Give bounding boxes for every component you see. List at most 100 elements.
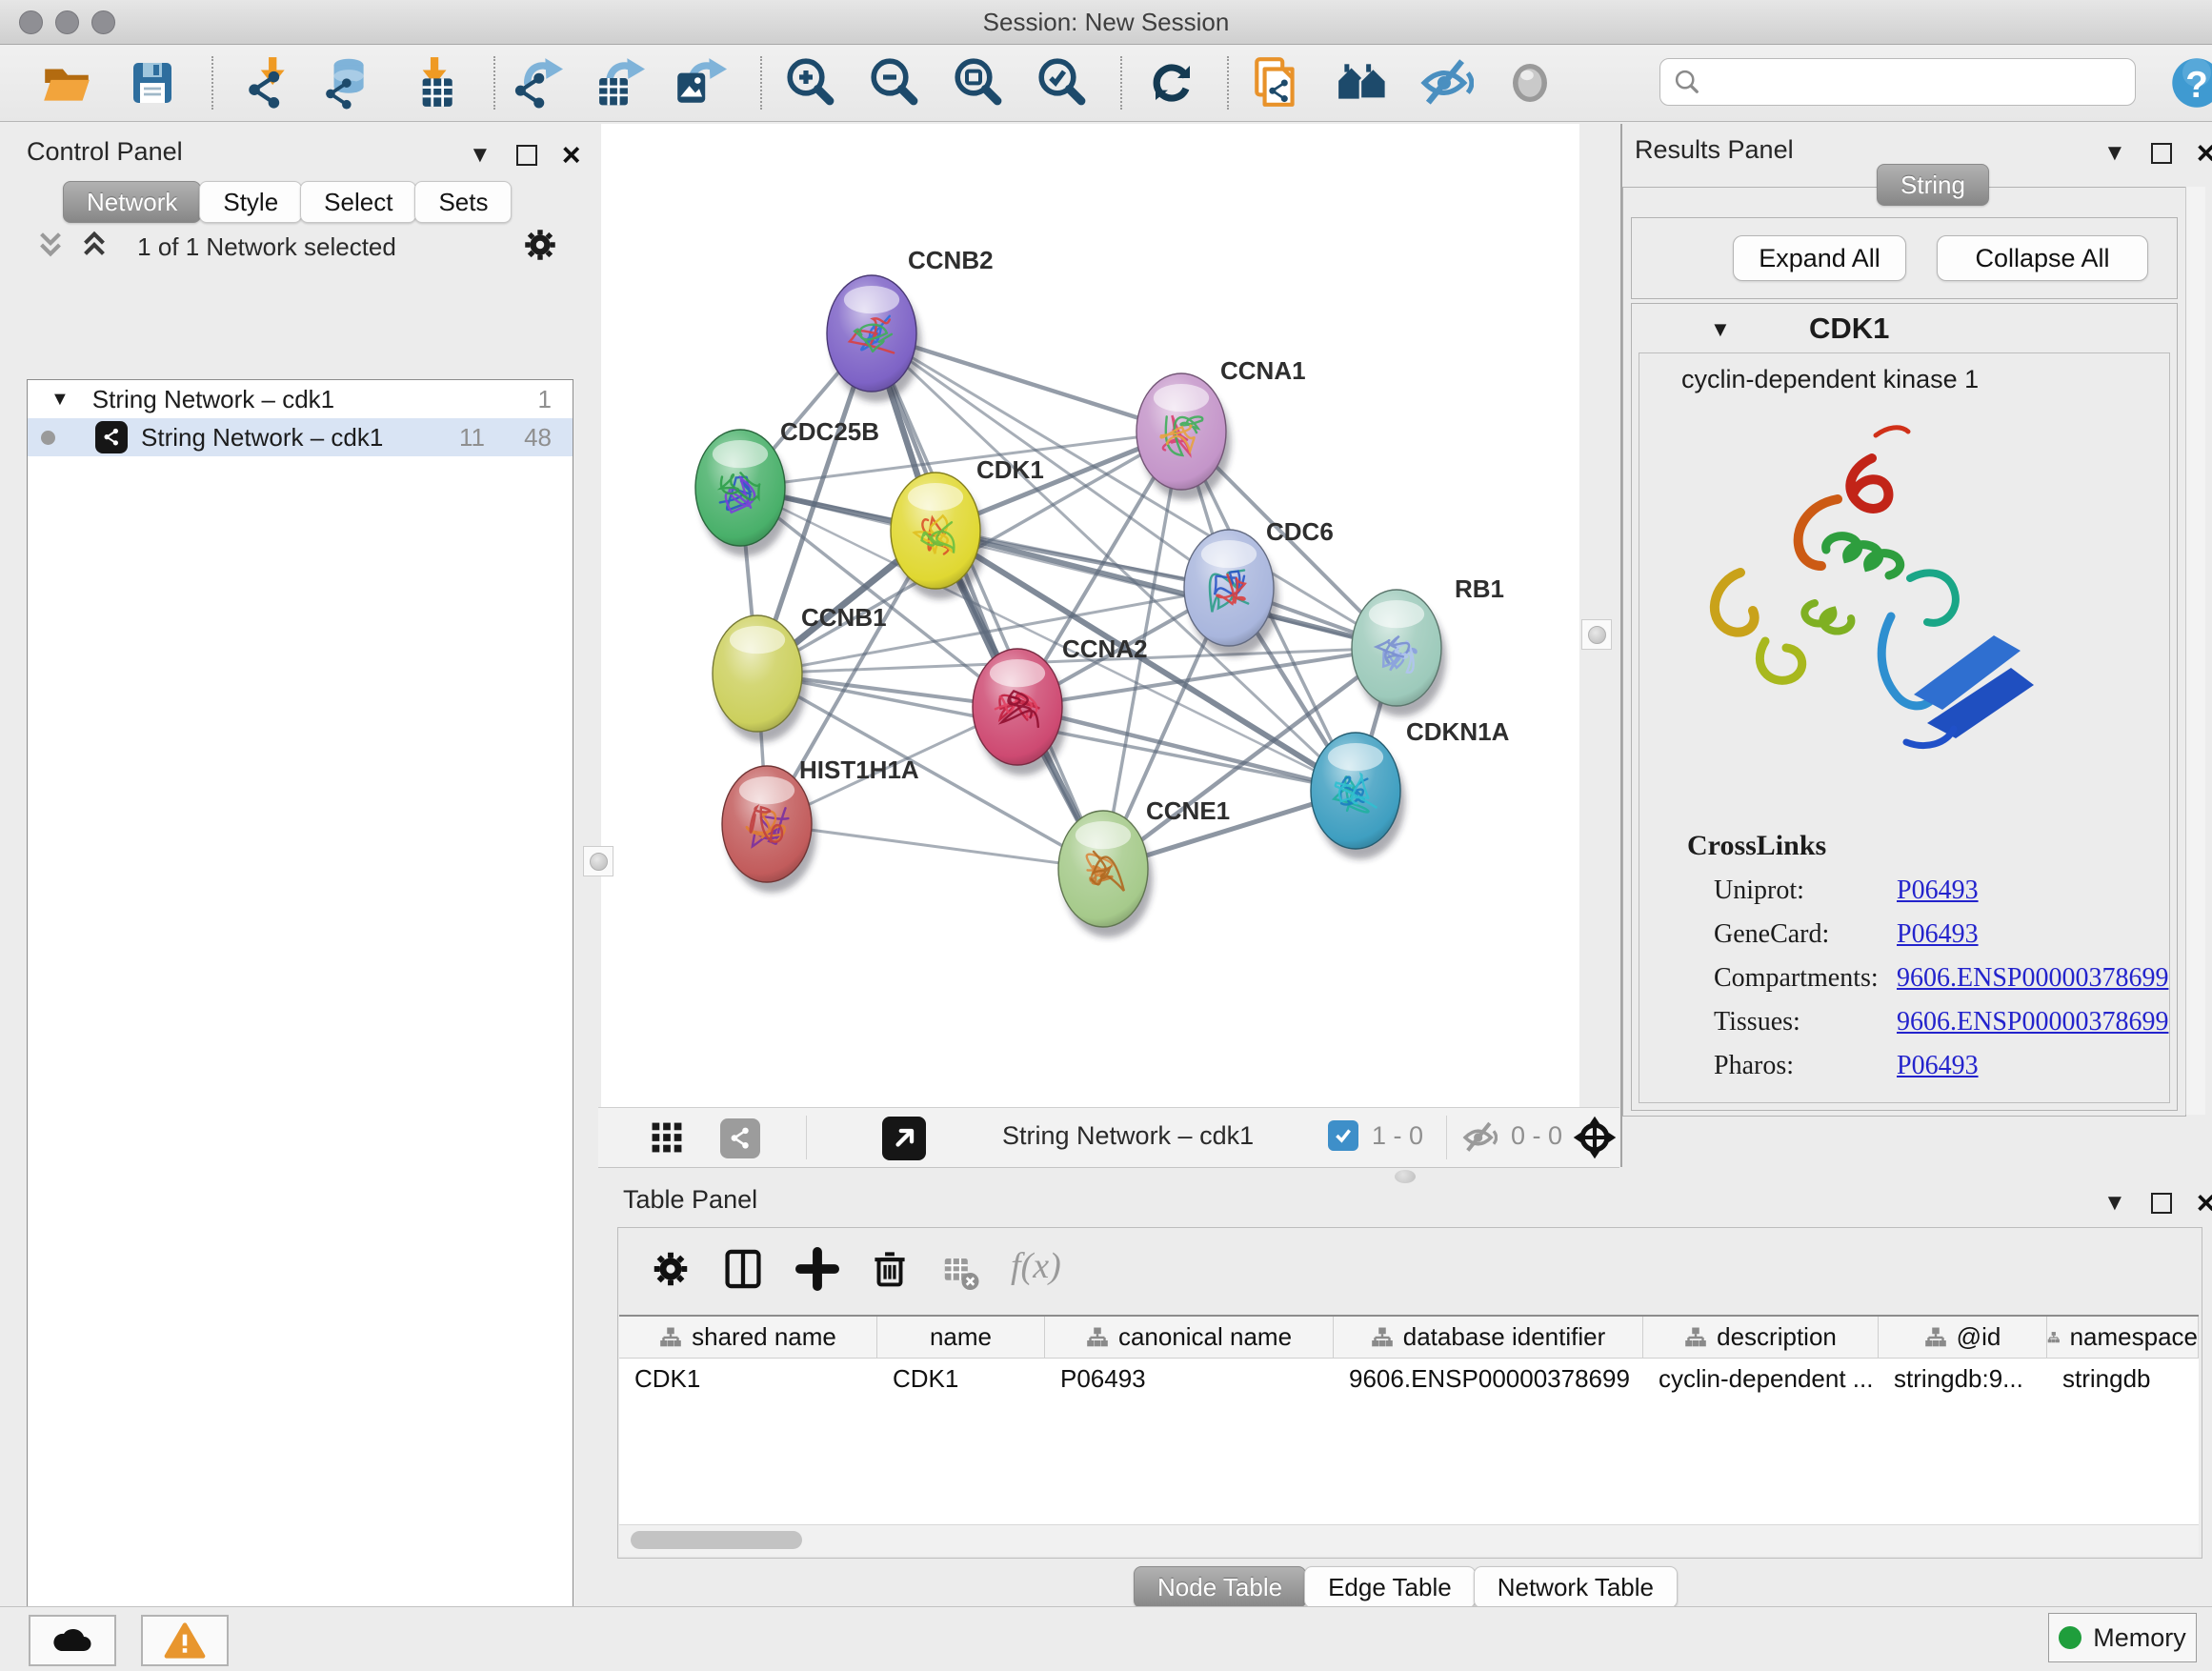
tab-string[interactable]: String	[1877, 164, 1989, 206]
memory-button[interactable]: Memory	[2048, 1613, 2197, 1662]
show-hidden-button[interactable]	[1498, 50, 1562, 115]
panel-menu-icon[interactable]: ▼	[469, 144, 492, 167]
network-node-CCNA2[interactable]: CCNA2	[973, 634, 1148, 775]
tab-node-table[interactable]: Node Table	[1134, 1566, 1306, 1608]
table-cell[interactable]: CDK1	[877, 1359, 1045, 1399]
save-session-button[interactable]	[120, 50, 185, 115]
column-header-sharedname[interactable]: shared name	[619, 1317, 877, 1359]
network-options-button[interactable]	[520, 225, 560, 270]
network-node-HIST1H1A[interactable]: HIST1H1A	[722, 755, 919, 893]
column-header-description[interactable]: description	[1643, 1317, 1879, 1359]
network-edge-CCNB2-CCNE1[interactable]	[872, 333, 1103, 869]
network-row[interactable]: String Network – cdk1 11 48	[28, 418, 573, 456]
tab-select[interactable]: Select	[300, 181, 416, 223]
node-label-CCNB1: CCNB1	[801, 603, 887, 632]
first-neighbors-button[interactable]	[1244, 50, 1309, 115]
export-table-button[interactable]	[585, 50, 650, 115]
column-header-databaseidentifier[interactable]: database identifier	[1334, 1317, 1643, 1359]
import-network-database-button[interactable]	[314, 50, 379, 115]
export-network-button[interactable]	[503, 50, 568, 115]
entry-disclosure-triangle-icon[interactable]: ▼	[1710, 317, 1731, 342]
apply-layout-button[interactable]	[1139, 50, 1204, 115]
crosslink-link-3[interactable]: 9606.ENSP00000378699	[1897, 1007, 2168, 1037]
show-all-button[interactable]	[1330, 50, 1395, 115]
grid-icon	[650, 1120, 684, 1155]
import-table-button[interactable]	[400, 50, 465, 115]
right-splitter-handle[interactable]	[1581, 619, 1612, 650]
entry-detail-box: cyclin-dependent kinase 1 CrossLinks Uni…	[1639, 352, 2170, 1103]
table-cell[interactable]: cyclin-dependent ...	[1643, 1359, 1879, 1399]
table-cell[interactable]: stringdb:9...	[1879, 1359, 2047, 1399]
column-header-name[interactable]: name	[877, 1317, 1045, 1359]
panel-close-icon[interactable]: ×	[2197, 1187, 2212, 1219]
export-image-button[interactable]	[667, 50, 732, 115]
gear-icon	[649, 1247, 693, 1291]
birdseye-toggle-button[interactable]	[650, 1120, 684, 1159]
export-image-icon	[672, 55, 727, 111]
panel-float-icon[interactable]	[516, 145, 537, 166]
panel-close-icon[interactable]: ×	[562, 139, 581, 171]
panel-close-icon[interactable]: ×	[2197, 137, 2212, 170]
create-column-button[interactable]	[795, 1247, 839, 1296]
crosslink-link-2[interactable]: 9606.ENSP00000378699	[1897, 963, 2168, 994]
network-type-badge[interactable]	[720, 1118, 760, 1158]
network-node-CDKN1A[interactable]: CDKN1A	[1311, 717, 1510, 859]
left-splitter-handle[interactable]	[583, 846, 613, 876]
search-input[interactable]	[1702, 68, 2106, 97]
tab-network[interactable]: Network	[63, 181, 201, 223]
network-node-CCNB2[interactable]: CCNB2	[827, 246, 994, 402]
network-graph[interactable]: CCNB2 CCNA1 CDC25BCDK1 CDC6RB1 CCNB1 CCNA2 CDK…	[601, 124, 1579, 1107]
network-node-CCNE1[interactable]: CCNE1	[1058, 796, 1230, 937]
network-node-RB1[interactable]: RB1	[1352, 574, 1504, 716]
table-options-button[interactable]	[649, 1247, 693, 1296]
fit-content-button[interactable]	[1572, 1115, 1618, 1165]
network-node-CDC6[interactable]: CDC6	[1184, 517, 1334, 656]
import-network-file-button[interactable]	[234, 50, 299, 115]
table-cell[interactable]: stringdb	[2047, 1359, 2199, 1399]
tab-edge-table[interactable]: Edge Table	[1304, 1566, 1476, 1608]
delete-columns-button[interactable]	[868, 1247, 912, 1296]
bottom-splitter-handle[interactable]	[1395, 1170, 1416, 1183]
warnings-button[interactable]	[141, 1615, 229, 1666]
zoom-fit-button[interactable]	[945, 50, 1010, 115]
network-node-CCNA1[interactable]: CCNA1	[1136, 356, 1306, 500]
panel-float-icon[interactable]	[2151, 1193, 2172, 1214]
expand-all-button[interactable]: Expand All	[1733, 235, 1906, 281]
collapse-all-button[interactable]: Collapse All	[1937, 235, 2148, 281]
table-cell[interactable]: CDK1	[619, 1359, 877, 1399]
network-node-CDK1[interactable]: CDK1	[891, 455, 1044, 599]
hide-selected-button[interactable]	[1414, 50, 1478, 115]
show-columns-button[interactable]	[721, 1247, 765, 1296]
help-button[interactable]: ?	[2164, 50, 2212, 115]
network-canvas[interactable]: CCNB2 CCNA1 CDC25BCDK1 CDC6RB1 CCNB1 CCNA2 CDK…	[601, 124, 1579, 1107]
tab-network-table[interactable]: Network Table	[1474, 1566, 1678, 1608]
results-scrollbar[interactable]	[2185, 187, 2205, 1115]
panel-float-icon[interactable]	[2151, 143, 2172, 164]
panel-menu-icon[interactable]: ▼	[2103, 142, 2126, 165]
tab-style[interactable]: Style	[199, 181, 302, 223]
network-edge-HIST1H1A-CCNE1[interactable]	[767, 824, 1103, 869]
crosslink-link-4[interactable]: P06493	[1897, 1051, 1979, 1081]
crosslink-link-0[interactable]: P06493	[1897, 876, 1979, 906]
zoom-selected-button[interactable]	[1029, 50, 1094, 115]
panel-menu-icon[interactable]: ▼	[2103, 1192, 2126, 1215]
network-node-CDC25B[interactable]: CDC25B	[695, 417, 879, 556]
zoom-in-button[interactable]	[777, 50, 842, 115]
selected-checkbox-icon[interactable]	[1328, 1120, 1358, 1151]
column-header-id[interactable]: @id	[1879, 1317, 2047, 1359]
crosslink-link-1[interactable]: P06493	[1897, 919, 1979, 950]
tab-sets[interactable]: Sets	[414, 181, 512, 223]
disclosure-triangle-icon[interactable]: ▼	[50, 389, 70, 411]
cloud-status-button[interactable]	[29, 1615, 116, 1666]
table-cell[interactable]: P06493	[1045, 1359, 1334, 1399]
open-session-button[interactable]	[34, 50, 99, 115]
network-collection-row[interactable]: ▼ String Network – cdk1 1	[28, 380, 573, 418]
scrollbar-thumb[interactable]	[631, 1531, 802, 1549]
table-cell[interactable]: 9606.ENSP00000378699	[1334, 1359, 1643, 1399]
zoom-out-button[interactable]	[861, 50, 926, 115]
column-header-namespace[interactable]: namespace	[2047, 1317, 2199, 1359]
column-header-canonicalname[interactable]: canonical name	[1045, 1317, 1334, 1359]
network-node-CCNB1[interactable]: CCNB1	[713, 603, 887, 742]
detach-view-button[interactable]	[882, 1117, 926, 1160]
table-horizontal-scrollbar[interactable]	[619, 1524, 2199, 1556]
